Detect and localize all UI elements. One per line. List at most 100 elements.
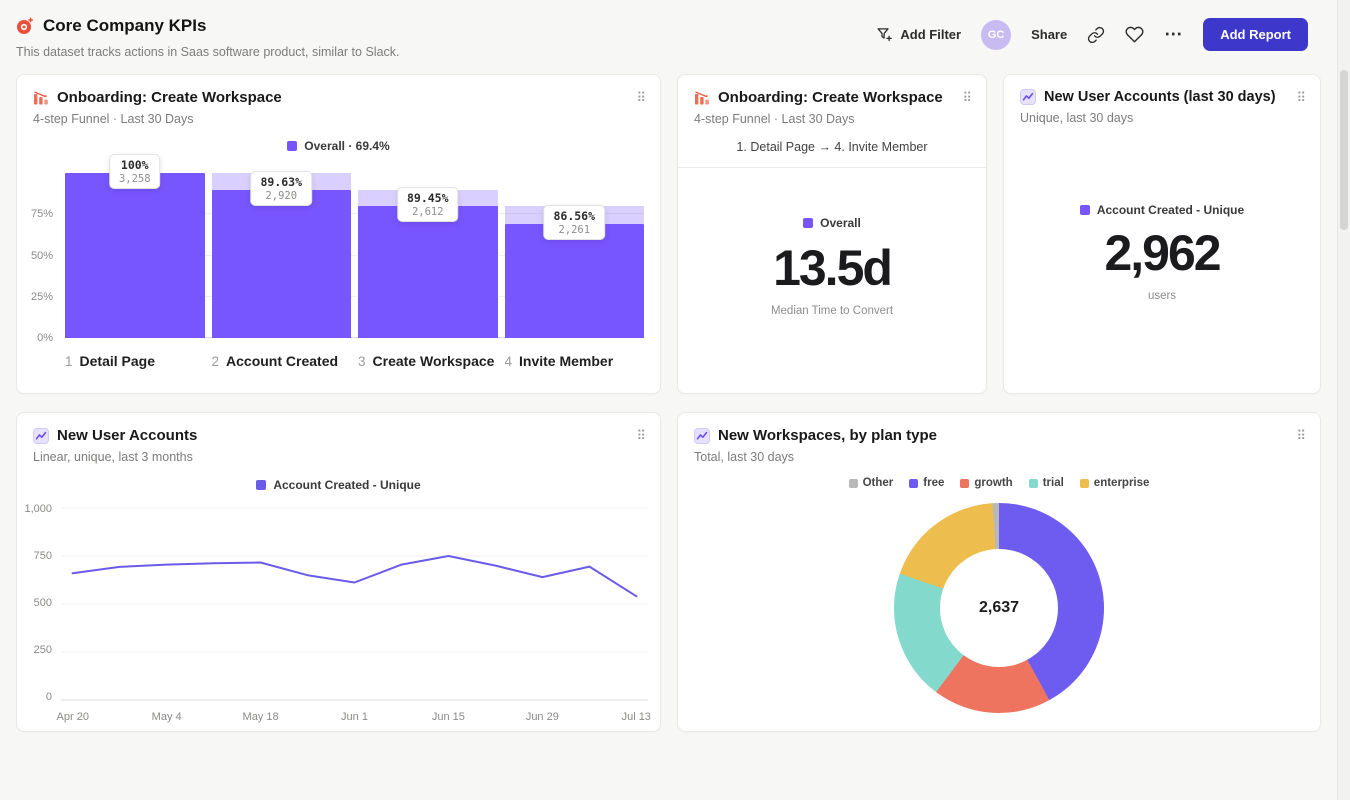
y-tick: 1,000: [24, 503, 52, 515]
donut-hole: 2,637: [940, 549, 1058, 667]
metric-value: 2,962: [1104, 227, 1219, 280]
funnel-range-label: 1. Detail Page → 4. Invite Member: [678, 140, 986, 154]
step-number: 4: [505, 354, 513, 369]
funnel-bar[interactable]: [65, 173, 205, 338]
metric-legend[interactable]: Account Created - Unique: [1080, 203, 1244, 217]
legend-label: Account Created - Unique: [1097, 203, 1244, 217]
legend-item[interactable]: growth: [960, 477, 1012, 489]
add-filter-button[interactable]: Add Filter: [876, 26, 961, 43]
drag-handle-icon[interactable]: ⠿: [636, 429, 646, 442]
step-percent: 89.63%: [260, 175, 302, 189]
legend-label: free: [923, 477, 944, 489]
step-number: 2: [212, 354, 220, 369]
avatar[interactable]: GC: [981, 20, 1011, 50]
funnel-step-label[interactable]: 2 Account Created: [212, 353, 352, 369]
page-subtitle: This dataset tracks actions in Saas soft…: [16, 45, 400, 59]
share-button[interactable]: Share: [1031, 27, 1067, 42]
card-title: New Workspaces, by plan type: [718, 427, 1288, 444]
y-tick: 0%: [37, 332, 53, 344]
funnel-legend[interactable]: Overall · 69.4%: [17, 139, 660, 153]
legend-item[interactable]: enterprise: [1080, 477, 1150, 489]
top-actions: Add Filter GC Share: [876, 18, 1308, 51]
funnel-step-label[interactable]: 1 Detail Page: [65, 353, 205, 369]
metric-value: 13.5d: [773, 242, 891, 295]
funnel-value-tooltip: 86.56% 2,261: [543, 205, 605, 240]
funnel-plot: 100% 3,258 89.63% 2,920: [65, 173, 644, 338]
step-count: 3,258: [119, 173, 151, 185]
funnel-bar[interactable]: [505, 224, 645, 339]
x-tick: Jun 29: [526, 711, 559, 723]
favorite-button[interactable]: [1125, 25, 1144, 44]
copy-link-button[interactable]: [1087, 26, 1105, 44]
card-donut-chart: New Workspaces, by plan type ⠿ Total, la…: [677, 412, 1321, 732]
funnel-step-column: 89.45% 2,612: [358, 173, 498, 338]
y-tick: 250: [34, 644, 52, 656]
y-tick: 50%: [31, 250, 53, 262]
filter-icon: [876, 26, 893, 43]
step-count: 2,920: [260, 190, 302, 202]
legend-item[interactable]: free: [909, 477, 944, 489]
drag-handle-icon[interactable]: ⠿: [962, 91, 972, 104]
card-subtitle: 4-step Funnel · Last 30 Days: [678, 106, 986, 126]
metric-body: Overall 13.5d Median Time to Convert: [678, 168, 986, 317]
drag-handle-icon[interactable]: ⠿: [636, 91, 646, 104]
add-filter-label: Add Filter: [900, 27, 961, 42]
funnel-step-labels: 1 Detail Page 2 Account Created 3 Create…: [65, 353, 644, 369]
line-legend[interactable]: Account Created - Unique: [17, 478, 660, 492]
legend-label: Overall · 69.4%: [304, 139, 389, 153]
line-chart: 1,000 750 500 250 0: [17, 504, 660, 704]
legend-swatch: [1029, 479, 1038, 488]
legend-swatch: [1080, 205, 1090, 215]
card-subtitle: Unique, last 30 days: [1004, 105, 1320, 125]
legend-label: Account Created - Unique: [273, 478, 420, 492]
scrollbar-thumb[interactable]: [1340, 70, 1348, 230]
drag-handle-icon[interactable]: ⠿: [1296, 91, 1306, 104]
legend-item[interactable]: Other: [849, 477, 894, 489]
line-chart-svg[interactable]: [61, 504, 648, 704]
funnel-step-column: 86.56% 2,261: [505, 173, 645, 338]
legend-item[interactable]: trial: [1029, 477, 1064, 489]
legend-swatch: [287, 141, 297, 151]
donut-center-value: 2,637: [979, 599, 1019, 617]
card-grid: Onboarding: Create Workspace ⠿ 4-step Fu…: [16, 74, 1350, 732]
metric-caption: users: [1148, 290, 1176, 302]
drag-handle-icon[interactable]: ⠿: [1296, 429, 1306, 442]
funnel-bar[interactable]: [212, 190, 352, 338]
funnel-step-label[interactable]: 3 Create Workspace: [358, 353, 498, 369]
step-number: 3: [358, 354, 366, 369]
legend-label: growth: [974, 477, 1012, 489]
metric-legend[interactable]: Overall: [803, 216, 861, 230]
top-bar: Core Company KPIs This dataset tracks ac…: [16, 0, 1350, 59]
scrollbar[interactable]: [1337, 0, 1350, 800]
card-subtitle: Total, last 30 days: [678, 444, 1320, 464]
step-count: 2,261: [553, 224, 595, 236]
card-line-chart: New User Accounts ⠿ Linear, unique, last…: [16, 412, 661, 732]
insights-chart-icon: [1020, 89, 1036, 105]
line-x-axis: Apr 20 May 4 May 18 Jun 1 Jun 15 Jun 29 …: [61, 711, 648, 727]
funnel-value-tooltip: 89.45% 2,612: [397, 187, 459, 222]
legend-label: Other: [863, 477, 894, 489]
page-title: Core Company KPIs: [43, 16, 206, 36]
funnel-value-tooltip: 89.63% 2,920: [250, 171, 312, 206]
insights-chart-icon: [33, 428, 49, 444]
x-tick: Jul 13: [622, 711, 651, 723]
add-report-button[interactable]: Add Report: [1203, 18, 1308, 51]
metric-body: Account Created - Unique 2,962 users: [1004, 125, 1320, 302]
funnel-chart: 75% 50% 25% 0% 100% 3,258: [17, 173, 660, 338]
x-tick: Jun 1: [341, 711, 368, 723]
y-tick: 25%: [31, 291, 53, 303]
line-plot[interactable]: [61, 504, 648, 704]
card-title: Onboarding: Create Workspace: [718, 89, 954, 106]
legend-label: trial: [1043, 477, 1064, 489]
step-count: 2,612: [407, 206, 449, 218]
card-time-to-convert: Onboarding: Create Workspace ⠿ 4-step Fu…: [677, 74, 987, 394]
step-percent: 86.56%: [553, 209, 595, 223]
step-name: Invite Member: [519, 353, 613, 369]
step-name: Account Created: [226, 353, 338, 369]
funnel-bar[interactable]: [358, 206, 498, 338]
funnel-step-label[interactable]: 4 Invite Member: [505, 353, 645, 369]
title-block: Core Company KPIs This dataset tracks ac…: [16, 16, 400, 59]
heart-icon: [1125, 25, 1144, 44]
more-menu-button[interactable]: ⋯: [1164, 24, 1183, 45]
card-new-accounts-metric: New User Accounts (last 30 days) ⠿ Uniqu…: [1003, 74, 1321, 394]
